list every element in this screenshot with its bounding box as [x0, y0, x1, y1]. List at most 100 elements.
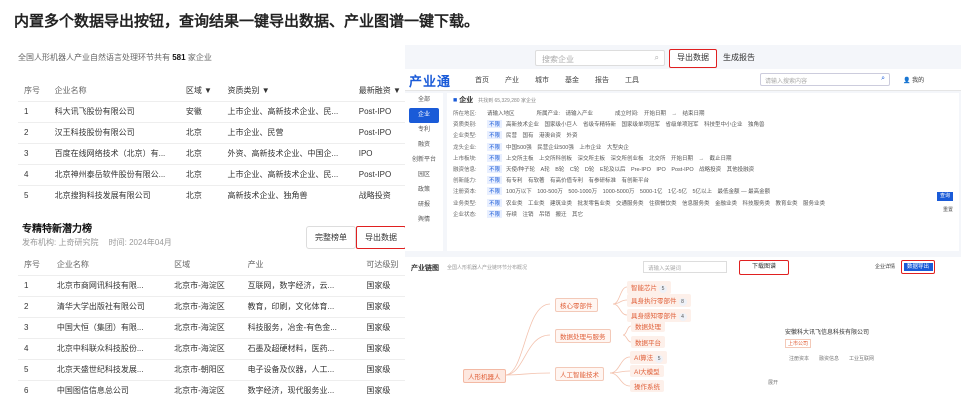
unlimited-tag[interactable]: 不限 — [487, 209, 503, 218]
col-header[interactable]: 区域 ▼ — [180, 80, 222, 101]
my-account-link[interactable]: 👤 我的 — [903, 75, 924, 84]
app-logo[interactable]: 产业通 — [409, 71, 451, 90]
search-placeholder: 搜索企业 — [542, 55, 574, 64]
chain-leaf-node[interactable]: AI大模型 — [630, 365, 664, 377]
sidebar-item[interactable]: 创新平台 — [405, 153, 443, 168]
nav-item[interactable]: 城市 — [535, 77, 549, 84]
chain-leaf-node[interactable]: 智能芯片 5 — [627, 281, 671, 294]
chain-leaf-node[interactable]: 数据处理 — [631, 320, 665, 332]
table-row[interactable]: 1 科大讯飞股份有限公司 安徽 上市企业、高新技术企业、民... Post-IPO — [18, 100, 412, 122]
generate-report-button[interactable]: 生成报告 — [723, 52, 755, 63]
filter-options[interactable]: 天使/种子轮 A轮 B轮 C轮 D轮 E轮及以后 Pre-IPO IPO Pos… — [506, 167, 754, 173]
table-row[interactable]: 4 北京神州泰岳软件股份有限公... 北京 上市企业、高新技术企业、民... Post-… — [18, 163, 412, 185]
filter-options[interactable]: 上交所主板 上交所科创板 深交所主板 深交所创业板 北交所 开始日期 → 截止日… — [506, 156, 732, 162]
filter-options[interactable]: 高新技术企业 国家级小巨人 省级专精特新 国家级单项冠军 省级单项冠军 科技型中… — [506, 122, 765, 128]
table-row[interactable]: 5 北京天盛世纪科技发展... 北京市-朝阳区 电子设备及仪器，人工... 国家级 — [18, 358, 412, 380]
table-cell: 上市企业、民营 — [221, 121, 353, 143]
table-cell: 4 — [18, 163, 49, 185]
table-row[interactable]: 2 汉王科技股份有限公司 北京 上市企业、民营 Post-IPO — [18, 121, 412, 143]
chain-leaf-node[interactable]: AI算法 5 — [630, 351, 668, 364]
summary-line: 全国人形机器人产业自然语言处理环节共有 581 家企业 — [18, 52, 212, 63]
expand-toggle[interactable]: 展开 — [768, 379, 778, 386]
sidebar-item[interactable]: 舆情 — [405, 213, 443, 228]
chain-leaf-node[interactable]: 操作系统 — [630, 380, 664, 392]
filter-options[interactable]: 有专利 有软著 有高价值专利 有参研标准 有创新平台 — [506, 178, 649, 184]
col-header[interactable]: 最新融资 ▼ — [353, 80, 412, 101]
table-row[interactable]: 5 北京搜狗科技发展有限公司 北京 高新技术企业、独角兽 战略投资 — [18, 184, 412, 206]
sidebar-item[interactable]: 政策 — [405, 183, 443, 198]
unlimited-tag[interactable]: 不限 — [487, 131, 503, 140]
unlimited-tag[interactable]: 不限 — [487, 187, 503, 196]
search-placeholder: 请输入搜索内容 — [765, 79, 808, 85]
table-cell: 中国大恒（集团）有限... — [50, 316, 169, 338]
table-cell: 外资、高新技术企业、中国企... — [221, 142, 353, 164]
nav-item[interactable]: 基金 — [565, 77, 579, 84]
chain-mid-node[interactable]: 核心零部件 — [555, 298, 598, 312]
sidebar-item[interactable]: 企业 — [409, 108, 439, 123]
filter-options[interactable]: 民营 国有 港澳台资 外资 — [506, 133, 578, 139]
chain-mid-node[interactable]: 人工智能技术 — [555, 367, 604, 381]
unlimited-tag[interactable]: 不限 — [487, 153, 503, 162]
table-row[interactable]: 4 北京中科联众科技股份... 北京市-海淀区 石墨及超硬材料，医药... 国家级 — [18, 337, 412, 359]
export-data-button[interactable]: 导出数据 — [356, 226, 406, 249]
filter-options[interactable]: 中国500强 民营企业500强 上市企业 大型央企 — [506, 145, 629, 151]
table-row[interactable]: 2 清华大学出版社有限公司 北京市-海淀区 教育，印刷，文化体育... 国家级 — [18, 295, 412, 317]
leaf-label: 具身感知零部件 — [631, 313, 677, 320]
table-cell: 5 — [18, 358, 51, 380]
table-row[interactable]: 1 北京市商网讯科技有限... 北京市-海淀区 互联网，数字经济，云... 国家级 — [18, 274, 412, 296]
filter-label: 业务类型: — [453, 200, 477, 207]
search-icon[interactable]: ⌕ — [655, 53, 659, 63]
company-search-input[interactable]: 搜索企业 ⌕ — [535, 50, 665, 66]
table-cell: 石墨及超硬材料，医药... — [241, 337, 361, 359]
unlimited-tag[interactable]: 不限 — [487, 164, 503, 173]
unlimited-tag[interactable]: 不限 — [487, 120, 503, 129]
leaf-count: 8 — [678, 298, 687, 306]
nav-item[interactable]: 报告 — [595, 77, 609, 84]
export-data-top-button[interactable]: 导出数据 — [669, 49, 717, 68]
query-button[interactable]: 查询 — [937, 192, 953, 201]
table-cell: 教育，印刷，文化体育... — [241, 295, 361, 317]
col-header[interactable]: 序号 — [18, 80, 49, 101]
nav-item[interactable]: 首页 — [475, 77, 489, 84]
table-row[interactable]: 3 百度在线网络技术（北京）有... 北京 外资、高新技术企业、中国企... IPO — [18, 142, 412, 164]
unlimited-tag[interactable]: 不限 — [487, 176, 503, 185]
sidebar-item[interactable]: 融资 — [405, 138, 443, 153]
table-cell: 科大讯飞股份有限公司 — [48, 100, 180, 122]
reset-button[interactable]: 重置 — [943, 206, 953, 213]
filter-options[interactable]: 农业类 工业类 建筑业类 批发零售业类 交通服务类 住宿餐饮类 信息服务类 金融… — [506, 201, 825, 207]
table-cell: 汉王科技股份有限公司 — [48, 121, 180, 143]
table-cell: 北京市-朝阳区 — [168, 358, 242, 380]
company-meta: 注册资本 融资信息 工业互联网 — [789, 356, 875, 362]
chain-root-node[interactable]: 人形机器人 — [463, 369, 506, 383]
col-header[interactable]: 企业名称 — [49, 80, 180, 101]
sidebar-item[interactable]: 研报 — [405, 198, 443, 213]
table-row[interactable]: 3 中国大恒（集团）有限... 北京市-海淀区 科技服务，冶金-有色金... 国家级 — [18, 316, 412, 338]
nav-item[interactable]: 产业 — [505, 77, 519, 84]
ranking-section: 专精特新潜力榜 发布机构: 上奇研究院 时间: 2024年04月 — [22, 220, 172, 248]
table-row[interactable]: 6 中国图信信息总公司 北京市-海淀区 数字经济，现代服务业... 国家级 — [18, 379, 412, 401]
filter-label: 上市板块: — [453, 155, 477, 162]
sidebar-item[interactable]: 全部 — [405, 93, 443, 108]
unlimited-tag[interactable]: 不限 — [487, 198, 503, 207]
search-icon[interactable]: ⌕ — [881, 75, 885, 83]
sidebar-item[interactable]: 园区 — [405, 168, 443, 183]
col-header[interactable]: 资质类别 ▼ — [222, 80, 353, 101]
company-card[interactable]: 安徽科大讯飞信息科技有限公司 上市公司 — [785, 327, 869, 348]
ranking-title: 专精特新潜力榜 — [22, 224, 92, 235]
sidebar-item[interactable]: 专利 — [405, 123, 443, 138]
data-export-button[interactable]: 数据导出 — [901, 260, 935, 274]
table-cell: 北京市-海淀区 — [168, 295, 242, 317]
filter-options[interactable]: 请输入地区 所属产业: 请输入产业 成立时间: 开始日期 → 结束日期 — [487, 111, 705, 117]
chain-leaf-node[interactable]: 数据平台 — [631, 336, 665, 348]
filter-options[interactable]: 存续 注销 吊销 搬迁 其它 — [506, 212, 583, 218]
summary-suffix: 家企业 — [187, 53, 212, 62]
filter-row: 上市板块: 不限 上交所主板 上交所科创板 深交所主板 深交所创业板 北交所 开始日… — [453, 153, 953, 165]
filter-options[interactable]: 100万以下 100-500万 500-1000万 1000-5000万 500… — [506, 189, 770, 195]
chain-leaf-node[interactable]: 具身执行零部件 8 — [627, 294, 691, 307]
leaf-count: 5 — [655, 355, 664, 363]
global-search-input[interactable]: 请输入搜索内容 ⌕ — [760, 73, 890, 86]
chain-mid-node[interactable]: 数据处理与服务 — [555, 329, 611, 343]
unlimited-tag[interactable]: 不限 — [487, 142, 503, 151]
full-list-button[interactable]: 完整榜单 — [306, 226, 356, 249]
nav-item[interactable]: 工具 — [625, 77, 639, 84]
